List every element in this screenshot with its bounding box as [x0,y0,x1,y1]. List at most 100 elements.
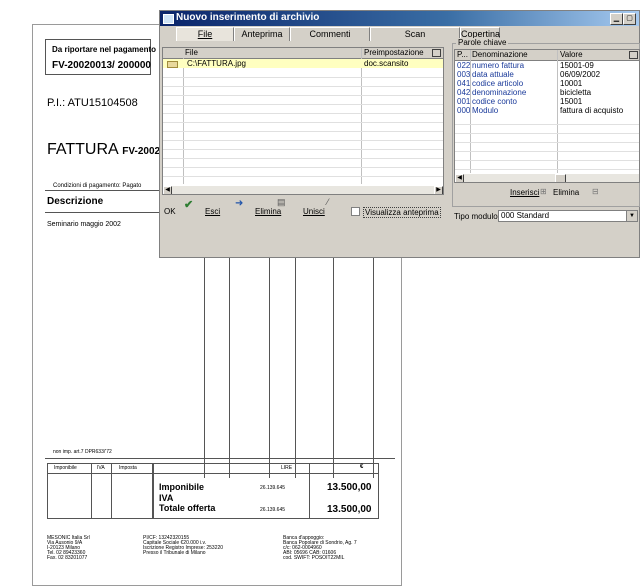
table-row[interactable]: 000 Modulo fattura di acquisto [455,106,639,115]
ok-button[interactable]: ✔ OK [164,199,193,216]
vat-table-column-line [91,463,92,518]
footer-company: MESONIC Italia Srl Via Ausonio 9/A I-201… [47,536,90,561]
footer-line: cod. SWIFT: POSOIT22MIL [283,555,345,561]
unisci-label: Unisci [303,207,325,216]
chevron-down-icon[interactable]: ▼ [626,211,637,221]
vat-table-header-line [47,473,152,474]
keywords-grid[interactable]: P... Denominazione Valore 022 numero fat… [454,49,640,183]
carry-code: FV-20020013/ 200000 [52,60,151,71]
p-cell: 000 [457,106,471,115]
table-column-line [204,243,205,478]
tab-scan[interactable]: Scan [370,27,460,41]
p-cell: 001 [457,97,471,106]
table-row[interactable]: 001 codice conto 15001 [455,97,639,106]
column-preset: Preimpostazione [364,48,424,57]
scroll-left-icon[interactable]: ◀ [163,186,172,194]
grid-line [455,160,639,161]
value-cell: 10001 [560,79,583,88]
title-bar[interactable]: Nuovo inserimento di archivio ▁ ▢ [160,11,639,26]
divider [45,458,395,459]
grid-line [163,158,443,159]
lire-header: LIRE [281,465,293,471]
name-cell: numero fattura [472,61,525,70]
iva-label: IVA [159,493,174,503]
column-file: File [185,48,198,57]
file-grid-header: File Preimpostazione [163,48,443,59]
elimina-kw-button[interactable]: Elimina [553,188,579,197]
value-cell: 15001 [560,97,583,106]
minimize-button[interactable]: ▁ [610,13,623,25]
totale-label: Totale offerta [159,503,216,513]
totals-column-line [309,463,310,518]
visualizza-label: Visualizza anteprima [363,207,441,218]
column-chooser-icon[interactable] [432,49,441,57]
file-grid-scrollbar[interactable]: ◀ ▶ [163,185,443,194]
elimina-kw-label: Elimina [553,188,580,197]
carry-label: Da riportare nel pagamento [52,45,157,54]
merge-icon: ⁄ [327,197,329,207]
grid-line [455,133,639,134]
table-row[interactable]: C:\FATTURA.jpg doc.scansito [163,59,443,68]
tab-commenti[interactable]: Commenti [290,27,370,41]
table-row[interactable]: 041 codice articolo 10001 [455,79,639,88]
file-grid[interactable]: File Preimpostazione C:\FATTURA.jpg doc.… [162,47,444,195]
tab-label: File [197,29,213,39]
scroll-left-icon[interactable]: ◀ [455,174,464,182]
scroll-thumb[interactable] [555,174,566,182]
table-row[interactable]: 003 data attuale 06/09/2002 [455,70,639,79]
visualizza-checkbox[interactable]: Visualizza anteprima [351,207,441,218]
table-column-line [269,243,270,478]
euro-header: € [360,464,364,470]
maximize-button[interactable]: ▢ [623,13,636,25]
vat-imposta-header: Imposta [119,465,137,471]
grid-line [163,176,443,177]
tab-anteprima[interactable]: Anteprima [234,27,290,41]
table-row[interactable]: 022 numero fattura 15001-09 [455,61,639,70]
scroll-right-icon[interactable]: ▶ [434,186,443,194]
column-value: Valore [560,50,583,59]
delete-file-icon: ▤ [277,197,286,207]
tab-file[interactable]: File [176,27,234,41]
imponibile-lire: 26.139.645 [260,485,286,491]
tipo-modulo-label: Tipo modulo: [454,212,500,221]
vat-table [47,463,153,519]
inserisci-button[interactable]: Inserisci [510,188,539,197]
fattura-word: FATTURA [47,141,118,158]
name-cell: denominazione [472,88,527,97]
footer-line: Presso il Tribunale di Milano [143,550,206,556]
grid-line [163,167,443,168]
line-item: Seminario maggio 2002 [47,221,121,228]
checkmark-icon: ✔ [184,199,194,211]
grid-line [163,131,443,132]
grid-line [455,169,639,170]
tab-label: Commenti [309,29,351,39]
vat-note: non imp. art.7 DPR633/'72 [53,449,112,455]
p-cell: 042 [457,88,471,97]
insert-row-icon: ⊞ [540,187,547,196]
totale-euro: 13.500,00 [327,504,372,515]
totals-header-line [153,473,378,474]
column-chooser-icon[interactable] [629,51,638,59]
elimina-button[interactable]: ▤ Elimina [255,197,286,216]
inserisci-label: Inserisci [510,188,540,197]
grid-line [455,124,639,125]
table-row[interactable]: 042 denominazione bicicletta [455,88,639,97]
preset-cell: doc.scansito [364,59,409,68]
footer-bank: Banca d'appoggio: Banca Popolare di Sond… [283,536,357,561]
window-title: Nuovo inserimento di archivio [176,12,320,23]
tab-label: Scan [404,29,426,39]
checkbox-icon[interactable] [351,207,360,216]
payment-conditions: Condizioni di pagamento: Pagato [53,183,142,189]
grid-line [163,77,443,78]
tipo-modulo-select[interactable]: 000 Standard ▼ [498,210,638,222]
esci-button[interactable]: ➜ Esci [205,198,243,216]
tab-bar: File Anteprima Commenti Scan Copertina [160,26,639,42]
name-cell: codice articolo [472,79,524,88]
table-column-line [295,243,296,478]
imponibile-label: Imponibile [159,482,204,492]
p-cell: 022 [457,61,471,70]
unisci-button[interactable]: ⁄ Unisci [303,197,329,216]
table-column-line [333,243,334,478]
tipo-modulo-value: 000 Standard [501,211,550,220]
keywords-scrollbar[interactable]: ◀ [455,173,639,182]
